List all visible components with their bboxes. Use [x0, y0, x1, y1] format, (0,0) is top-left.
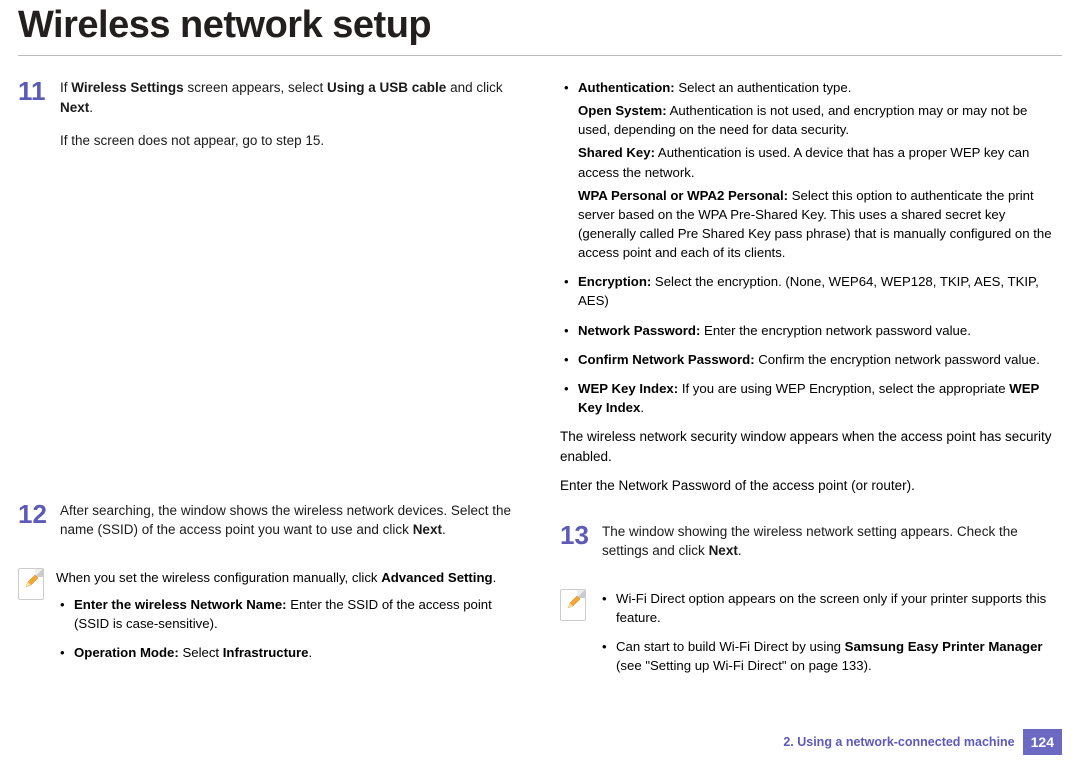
label: Encryption: [578, 274, 651, 289]
content-columns: 11 If Wireless Settings screen appears, … [0, 78, 1080, 685]
step-12-body: After searching, the window shows the wi… [60, 501, 520, 550]
step-13-body: The window showing the wireless network … [602, 522, 1062, 571]
right-bullets-top: Authentication: Select an authentication… [560, 78, 1062, 417]
note-bullets-left: Enter the wireless Network Name: Enter t… [56, 595, 520, 662]
tail-paragraph-2: Enter the Network Password of the access… [560, 476, 1062, 496]
text: . [738, 543, 742, 558]
footer-chapter: 2. Using a network-connected machine [783, 735, 1014, 749]
bold-infrastructure: Infrastructure [223, 645, 309, 660]
open-system-line: Open System: Authentication is not used,… [578, 101, 1062, 139]
text: Select an authentication type. [675, 80, 852, 95]
bullet-network-password: Network Password: Enter the encryption n… [560, 321, 1062, 340]
step-12: 12 After searching, the window shows the… [18, 501, 520, 550]
label: WEP Key Index: [578, 381, 678, 396]
note-body-right: Wi-Fi Direct option appears on the scree… [598, 589, 1062, 686]
bullet-authentication: Authentication: Select an authentication… [560, 78, 1062, 262]
bold-usb-cable: Using a USB cable [327, 80, 446, 95]
label: Operation Mode: [74, 645, 179, 660]
step-11: 11 If Wireless Settings screen appears, … [18, 78, 520, 161]
page-title: Wireless network setup [18, 4, 1080, 47]
shared-key-line: Shared Key: Authentication is used. A de… [578, 143, 1062, 181]
step-11-line1: If Wireless Settings screen appears, sel… [60, 78, 520, 117]
step-13: 13 The window showing the wireless netwo… [560, 522, 1062, 571]
text: and click [446, 80, 502, 95]
text: Select [179, 645, 223, 660]
bullet-enter-network-name: Enter the wireless Network Name: Enter t… [56, 595, 520, 633]
bullet-wifi-direct-build: Can start to build Wi-Fi Direct by using… [598, 637, 1062, 675]
right-column: Authentication: Select an authentication… [560, 78, 1062, 685]
bullet-wifi-direct-support: Wi-Fi Direct option appears on the scree… [598, 589, 1062, 627]
step-11-line2: If the screen does not appear, go to ste… [60, 131, 520, 151]
label: Confirm Network Password: [578, 352, 755, 367]
text: Can start to build Wi-Fi Direct by using [616, 639, 845, 654]
wpa-line: WPA Personal or WPA2 Personal: Select th… [578, 186, 1062, 263]
note-intro: When you set the wireless configuration … [56, 568, 520, 587]
bullet-encryption: Encryption: Select the encryption. (None… [560, 272, 1062, 310]
pencil-icon [566, 594, 582, 610]
note-icon [18, 568, 44, 600]
step-number-11: 11 [18, 78, 60, 104]
step-number-13: 13 [560, 522, 602, 548]
note-bullets-right: Wi-Fi Direct option appears on the scree… [598, 589, 1062, 676]
bullet-wep-key-index: WEP Key Index: If you are using WEP Encr… [560, 379, 1062, 417]
text: . [640, 400, 644, 415]
text: If you are using WEP Encryption, select … [678, 381, 1009, 396]
bullet-operation-mode: Operation Mode: Select Infrastructure. [56, 643, 520, 662]
page-footer: 2. Using a network-connected machine 124 [783, 729, 1062, 755]
label: Open System: [578, 103, 667, 118]
page-number: 124 [1023, 729, 1062, 755]
label: Shared Key: [578, 145, 655, 160]
text: Enter the encryption network password va… [700, 323, 971, 338]
step-number-12: 12 [18, 501, 60, 527]
label: Enter the wireless Network Name: [74, 597, 287, 612]
tail-paragraph-1: The wireless network security window app… [560, 427, 1062, 466]
note-icon [560, 589, 586, 621]
step-11-body: If Wireless Settings screen appears, sel… [60, 78, 520, 161]
note-body-left: When you set the wireless configuration … [56, 568, 520, 673]
title-divider [18, 55, 1062, 56]
text: . [442, 522, 446, 537]
bold-advanced-setting: Advanced Setting [381, 570, 492, 585]
text: The window showing the wireless network … [602, 524, 1018, 559]
bold-wireless-settings: Wireless Settings [71, 80, 183, 95]
text: If [60, 80, 71, 95]
text: . [493, 570, 497, 585]
text: When you set the wireless configuration … [56, 570, 381, 585]
bold-next: Next [60, 100, 89, 115]
text: Confirm the encryption network password … [755, 352, 1040, 367]
step-13-text: The window showing the wireless network … [602, 522, 1062, 561]
text: . [309, 645, 313, 660]
note-block-left: When you set the wireless configuration … [18, 568, 520, 673]
text: . [89, 100, 93, 115]
label: Network Password: [578, 323, 700, 338]
label: Authentication: [578, 80, 675, 95]
left-column: 11 If Wireless Settings screen appears, … [18, 78, 520, 685]
label: WPA Personal or WPA2 Personal: [578, 188, 788, 203]
bold-easy-printer-manager: Samsung Easy Printer Manager [845, 639, 1043, 654]
text: screen appears, select [184, 80, 327, 95]
text: (see "Setting up Wi-Fi Direct" on page 1… [616, 658, 872, 673]
bold-next: Next [709, 543, 738, 558]
step-12-text: After searching, the window shows the wi… [60, 501, 520, 540]
bold-next: Next [413, 522, 442, 537]
bullet-confirm-network-password: Confirm Network Password: Confirm the en… [560, 350, 1062, 369]
note-block-right: Wi-Fi Direct option appears on the scree… [560, 589, 1062, 686]
pencil-icon [24, 573, 40, 589]
